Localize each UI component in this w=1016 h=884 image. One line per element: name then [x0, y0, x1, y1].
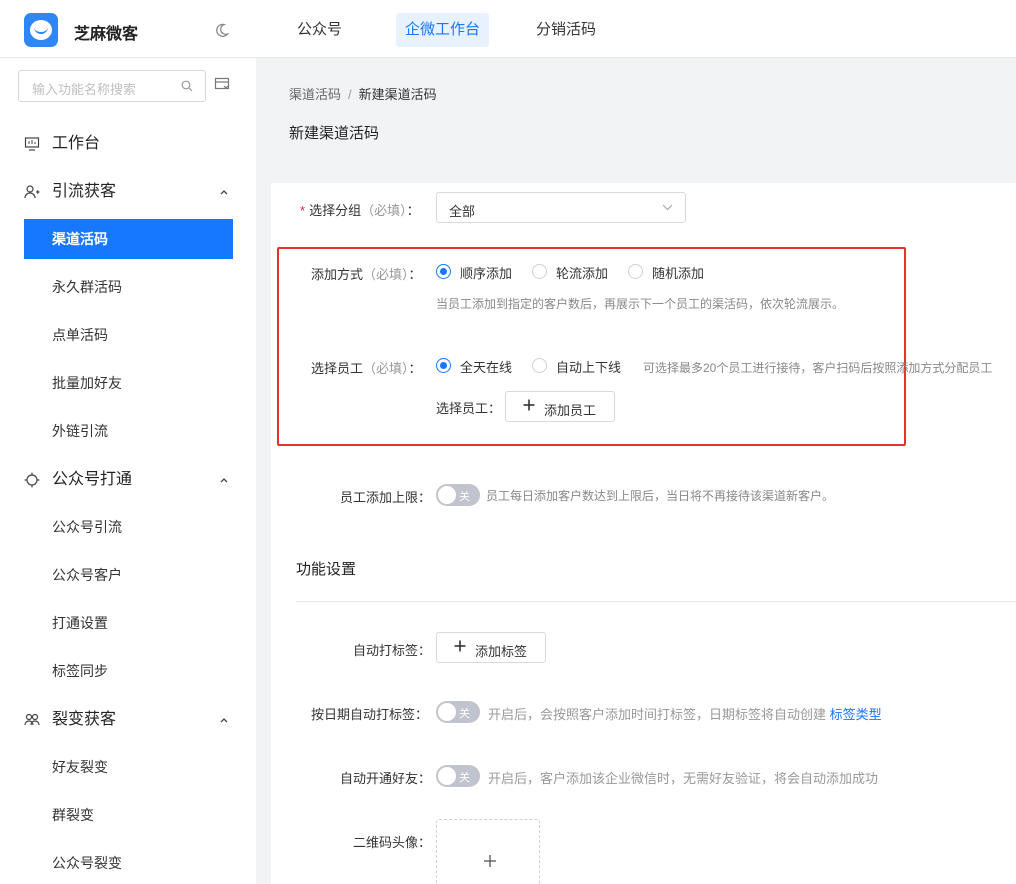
search-placeholder: 输入功能名称搜索: [32, 82, 137, 97]
staff-limit-hint: 员工每日添加客户数达到上限后，当日将不再接待该渠道新客户。: [486, 489, 835, 503]
menu-group-traffic[interactable]: 引流获客: [24, 180, 234, 204]
sidebar-item-channel-code[interactable]: 渠道活码: [24, 219, 233, 259]
sidebar-item-order-code[interactable]: 点单活码: [24, 315, 233, 355]
date-tag-switch[interactable]: 关: [436, 701, 480, 723]
logo-icon: [24, 13, 58, 47]
menu-group-official-account-label: 公众号打通: [52, 471, 133, 488]
menu-workbench-label: 工作台: [52, 135, 101, 152]
sidebar-item-oa-customers[interactable]: 公众号客户: [24, 555, 233, 595]
radio-dot: [436, 264, 451, 279]
nav-tab-wecom-workbench[interactable]: 企微工作台: [396, 13, 490, 47]
menu-workbench[interactable]: 工作台: [24, 132, 234, 156]
breadcrumb-current: 新建渠道活码: [358, 87, 437, 102]
menu-group-traffic-label: 引流获客: [52, 183, 117, 200]
user-plus-icon: [24, 185, 40, 199]
switch-knob: [438, 486, 456, 504]
switch-knob: [438, 767, 456, 785]
auto-friend-hint: 开启后，客户添加该企业微信时，无需好友验证，将会自动添加成功: [488, 771, 879, 786]
crosshair-icon: [24, 472, 40, 488]
nav-tab-distribution-code[interactable]: 分销活码: [527, 13, 605, 47]
sidebar-item-external-link[interactable]: 外链引流: [24, 411, 233, 451]
menu-group-fission-label: 裂变获客: [52, 711, 117, 728]
sidebar-item-permanent-group-code[interactable]: 永久群活码: [24, 267, 233, 307]
sidebar-item-oa-traffic[interactable]: 公众号引流: [24, 507, 233, 547]
collapse-menu-icon[interactable]: [214, 76, 230, 92]
radio-dot: [532, 264, 547, 279]
group-select[interactable]: 全部: [436, 192, 686, 223]
staff-select-label: 选择员工：: [436, 401, 502, 416]
search-input[interactable]: 输入功能名称搜索: [18, 70, 206, 102]
breadcrumb-parent[interactable]: 渠道活码: [289, 87, 341, 102]
sidebar-item-link-settings[interactable]: 打通设置: [24, 603, 233, 643]
sidebar-item-batch-add-friends[interactable]: 批量加好友: [24, 363, 233, 403]
staff-limit-switch[interactable]: 关: [436, 484, 480, 506]
auto-friend-switch[interactable]: 关: [436, 765, 480, 787]
date-tag-hint: 开启后，会按照客户添加时间打标签，日期标签将自动创建 标签类型: [488, 707, 882, 722]
add-tag-button[interactable]: 添加标签: [436, 632, 546, 663]
plus-icon: [454, 640, 466, 652]
sidebar-item-tag-sync[interactable]: 标签同步: [24, 651, 233, 691]
add-staff-button[interactable]: 添加员工: [505, 391, 615, 422]
page-title: 新建渠道活码: [289, 125, 380, 142]
qr-avatar-label: 二维码头像：: [353, 835, 432, 850]
radio-dot: [532, 358, 547, 373]
sidebar-item-friend-fission[interactable]: 好友裂变: [24, 747, 233, 787]
divider: [296, 601, 1016, 602]
group-select-value: 全部: [449, 204, 476, 219]
search-icon[interactable]: [181, 80, 193, 92]
chevron-up-icon[interactable]: [218, 474, 230, 486]
chevron-down-icon: [662, 204, 673, 211]
auto-friend-label: 自动开通好友：: [340, 771, 432, 786]
menu-group-fission[interactable]: 裂变获客: [24, 708, 234, 732]
chevron-up-icon[interactable]: [218, 714, 230, 726]
sidebar-item-group-fission[interactable]: 群裂变: [24, 795, 233, 835]
section-title: 功能设置: [296, 561, 357, 578]
add-method-label: 添加方式（必填）：: [311, 267, 422, 282]
sidebar: 输入功能名称搜索 工作台 引流获客 渠道活码 永久群活码 点单活码 批量加好友 …: [0, 58, 256, 884]
tag-type-link[interactable]: 标签类型: [830, 707, 882, 722]
date-tag-label: 按日期自动打标签：: [311, 707, 429, 722]
staff-label: 选择员工（必填）：: [311, 361, 422, 376]
auto-tag-label: 自动打标签：: [353, 643, 432, 658]
menu-group-official-account[interactable]: 公众号打通: [24, 468, 234, 492]
chevron-up-icon[interactable]: [218, 186, 230, 198]
staff-hint: 可选择最多20个员工进行接待，客户扫码后按照添加方式分配员工: [643, 361, 993, 375]
add-method-hint: 当员工添加到指定的客户数后，再展示下一个员工的渠活码，依次轮流展示。: [436, 297, 845, 311]
plus-icon: [523, 399, 535, 411]
users-icon: [24, 713, 40, 726]
radio-dot: [628, 264, 643, 279]
sidebar-item-oa-fission[interactable]: 公众号裂变: [24, 843, 233, 883]
nav-tab-official-account[interactable]: 公众号: [288, 13, 351, 47]
monitor-icon: [24, 137, 40, 151]
moon-icon[interactable]: [214, 22, 230, 38]
breadcrumb: 渠道活码 / 新建渠道活码: [289, 84, 437, 103]
group-label: * 选择分组（必填）：: [300, 203, 420, 218]
plus-icon: [484, 855, 496, 867]
breadcrumb-separator: /: [348, 87, 352, 102]
qr-avatar-upload[interactable]: [436, 819, 540, 884]
top-bar: 芝麻微客 公众号 企微工作台 分销活码: [0, 0, 1016, 58]
radio-dot: [436, 358, 451, 373]
brand-name: 芝麻微客: [74, 26, 139, 43]
staff-limit-label: 员工添加上限：: [340, 490, 432, 505]
switch-knob: [438, 703, 456, 721]
